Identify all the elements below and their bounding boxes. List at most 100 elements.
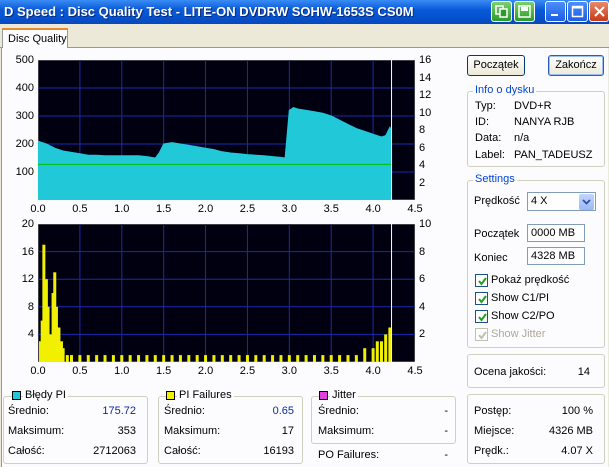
show-jitter-checkbox <box>475 328 488 341</box>
pi-failure-bar <box>95 355 99 362</box>
show-speed-checkbox[interactable] <box>475 274 488 287</box>
x-tick-label: 4.0 <box>365 365 381 377</box>
pi-failure-bar <box>388 327 392 362</box>
pi-failure-bar <box>120 355 124 362</box>
speed-now-value: 4.07 X <box>561 445 593 457</box>
progress-value: 100 % <box>561 405 593 417</box>
y2-tick-label: 2 <box>419 176 426 189</box>
pi-failure-bar <box>363 348 367 362</box>
y2-tick-label: 6 <box>419 141 426 154</box>
pi-failure-bar <box>271 355 275 362</box>
speed-select[interactable]: 4 X <box>527 192 596 211</box>
pi-failures-avg-value: 0.65 <box>272 405 294 417</box>
disc-label-label: Label: <box>475 149 505 161</box>
x-tick-label: 1.5 <box>156 365 172 377</box>
y2-tick-label: 6 <box>419 273 426 286</box>
y2-tick-label: 8 <box>419 124 426 136</box>
location-label: Miejsce: <box>474 425 515 437</box>
y-tick-label: 16 <box>21 245 34 258</box>
pi-failures-title: PI Failures <box>177 389 234 401</box>
location-value: 4326 MB <box>548 425 593 437</box>
x-tick-label: 1.0 <box>114 365 130 377</box>
pi-errors-swatch <box>12 391 21 400</box>
pi-failure-bar <box>338 355 342 362</box>
end-button[interactable]: Zakończ <box>548 55 604 76</box>
disc-date-label: Data: <box>475 132 502 144</box>
pi-errors-total-value: 2712063 <box>93 445 136 457</box>
pi-failure-bar <box>321 355 325 362</box>
pi-errors-avg-value: 175.72 <box>102 405 136 417</box>
show-c1pi-checkbox[interactable] <box>475 292 488 305</box>
pi-failure-bar <box>312 355 316 362</box>
pi-failure-bar <box>304 355 308 362</box>
pi-failure-bar <box>220 355 224 362</box>
po-failures-label: PO Failures: <box>318 449 380 461</box>
pi-failure-bar <box>153 355 157 362</box>
save-icon[interactable] <box>514 1 535 22</box>
pi-failure-bar <box>296 355 300 362</box>
speed-select-value: 4 X <box>531 195 548 207</box>
y-tick-label: 300 <box>15 110 34 122</box>
pi-failures-total-label: Całość: <box>164 445 201 457</box>
pi-failure-bar <box>354 355 358 362</box>
y2-tick-label: 10 <box>419 218 432 230</box>
x-tick-label: 0.5 <box>72 365 88 377</box>
start-button[interactable]: Początek <box>467 55 525 76</box>
y2-tick-label: 10 <box>419 106 432 119</box>
quality-label: Ocena jakości: <box>474 366 547 378</box>
pi-failures-swatch <box>166 391 175 400</box>
end-mb-input[interactable]: 4328 MB <box>527 247 585 265</box>
jitter-avg-label: Średnio: <box>318 405 359 417</box>
y-tick-label: 4 <box>27 328 34 341</box>
window-title: D Speed : Disc Quality Test - LITE-ON DV… <box>4 4 414 19</box>
pi-failure-bar <box>78 355 82 362</box>
pi-failure-bar <box>195 355 199 362</box>
show-c1pi-label: Show C1/PI <box>491 292 550 304</box>
pi-failures-max-value: 17 <box>281 425 294 437</box>
x-tick-label: 3.5 <box>323 203 339 215</box>
copy-icon[interactable] <box>491 1 512 22</box>
y-tick-label: 20 <box>21 218 34 230</box>
pi-failures-avg-label: Średnio: <box>164 405 205 417</box>
pi-failure-bar <box>103 355 107 362</box>
pi-failure-bar <box>137 355 141 362</box>
pi-failure-bar <box>379 341 383 362</box>
chevron-down-icon[interactable] <box>579 194 594 210</box>
pi-failure-bar <box>178 355 182 362</box>
y-tick-label: 400 <box>15 82 34 94</box>
y-tick-label: 100 <box>15 166 34 178</box>
minimize-icon[interactable] <box>545 1 566 22</box>
maximize-icon[interactable] <box>567 1 588 22</box>
pi-failure-bar <box>212 355 216 362</box>
pi-failure-bar <box>329 355 333 362</box>
disc-type-label: Typ: <box>475 100 496 112</box>
x-tick-label: 2.0 <box>197 203 214 215</box>
close-icon[interactable] <box>589 1 609 22</box>
pi-failures-chart <box>38 224 415 362</box>
y2-tick-label: 4 <box>419 300 426 313</box>
jitter-avg-value: - <box>444 405 448 417</box>
pi-failure-bar <box>279 355 283 362</box>
start-mb-input[interactable]: 0000 MB <box>527 224 585 242</box>
tab-disc-quality[interactable]: Disc Quality <box>2 28 68 49</box>
pi-failure-bar <box>262 355 266 362</box>
y2-tick-label: 12 <box>419 89 432 101</box>
pi-errors-chart <box>38 60 415 200</box>
y2-tick-label: 8 <box>419 245 426 258</box>
x-tick-label: 3.5 <box>323 365 339 377</box>
pi-failure-bar <box>254 355 258 362</box>
x-tick-label: 1.5 <box>156 203 172 215</box>
y-tick-label: 200 <box>15 138 34 150</box>
pi-errors-title: Błędy PI <box>23 389 68 401</box>
pi-failure-bar <box>61 348 65 362</box>
show-jitter-label: Show Jitter <box>491 328 546 340</box>
show-c2po-label: Show C2/PO <box>491 310 555 322</box>
x-tick-label: 2.5 <box>239 203 256 215</box>
disc-label-value: PAN_TADEUSZ <box>514 149 593 161</box>
title-bar: D Speed : Disc Quality Test - LITE-ON DV… <box>0 0 609 24</box>
x-tick-label: 1.0 <box>114 203 130 215</box>
show-c2po-checkbox[interactable] <box>475 310 488 323</box>
pi-failure-bar <box>187 355 191 362</box>
jitter-max-value: - <box>444 425 448 437</box>
po-failures-value: - <box>444 449 448 461</box>
